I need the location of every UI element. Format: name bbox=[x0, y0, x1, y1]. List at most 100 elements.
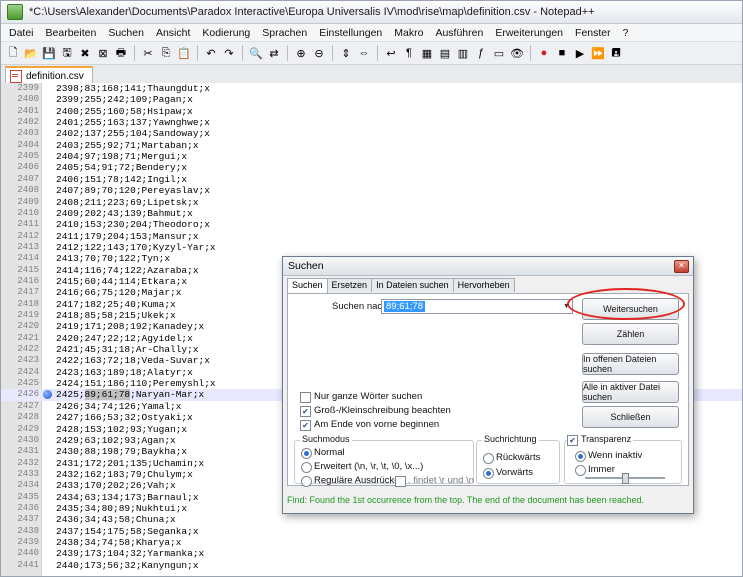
menu-item[interactable]: Bearbeiten bbox=[40, 27, 103, 39]
editor-line[interactable]: 2403 2402;137;255;104;Sandoway;x bbox=[1, 128, 742, 139]
paste-icon[interactable]: 📋 bbox=[176, 45, 192, 61]
menu-item[interactable]: Makro bbox=[388, 27, 429, 39]
editor-line[interactable]: 2407 2406;151;78;142;Ingil;x bbox=[1, 174, 742, 185]
direction-down-radio[interactable] bbox=[483, 468, 494, 479]
print-icon[interactable]: 🖶 bbox=[113, 45, 129, 61]
new-file-icon[interactable]: 🗋 bbox=[5, 45, 21, 61]
editor-line[interactable]: 2437 2436;34;43;58;Chuna;x bbox=[1, 514, 742, 525]
show-all-chars-icon[interactable]: ¶ bbox=[401, 45, 417, 61]
menu-item[interactable]: Einstellungen bbox=[313, 27, 388, 39]
replace-icon[interactable]: ⇄ bbox=[266, 45, 282, 61]
stop-macro-icon[interactable]: ■ bbox=[554, 45, 570, 61]
transparency-on-lose-focus-radio[interactable] bbox=[575, 451, 586, 462]
line-number: 2409 bbox=[17, 196, 39, 207]
editor-line[interactable]: 2413 2412;122;143;170;Kyzyl-Yar;x bbox=[1, 242, 742, 253]
play-macro-icon[interactable]: ▶ bbox=[572, 45, 588, 61]
mode-regex-radio[interactable] bbox=[301, 476, 312, 487]
save-macro-icon[interactable]: 🖪 bbox=[608, 45, 624, 61]
editor-line[interactable]: 2406 2405;54;91;72;Bendery;x bbox=[1, 162, 742, 173]
direction-up-radio[interactable] bbox=[483, 453, 494, 464]
editor-line[interactable]: 2402 2401;255;163;137;Yawnghwe;x bbox=[1, 117, 742, 128]
line-text: 2418;85;58;215;Ukek;x bbox=[56, 310, 176, 321]
bookmark-icon[interactable] bbox=[43, 390, 52, 400]
line-number: 2400 bbox=[17, 94, 39, 105]
transparency-checkbox[interactable]: ✔ bbox=[567, 435, 578, 446]
editor-line[interactable]: 2399 2398;83;168;141;Thaungdut;x bbox=[1, 83, 742, 94]
mode-normal-radio[interactable] bbox=[301, 448, 312, 459]
folder-workspace-icon[interactable]: ▭ bbox=[491, 45, 507, 61]
editor-line[interactable]: 2404 2403;255;92;71;Martaban;x bbox=[1, 140, 742, 151]
editor-line[interactable]: 2405 2404;97;198;71;Mergui;x bbox=[1, 151, 742, 162]
menu-item[interactable]: Kodierung bbox=[196, 27, 256, 39]
play-multiple-macro-icon[interactable]: ⏩ bbox=[590, 45, 606, 61]
save-all-icon[interactable]: 🖫 bbox=[59, 45, 75, 61]
find-input[interactable]: 89;61;78 ▼ bbox=[381, 299, 573, 314]
cut-icon[interactable]: ✂ bbox=[140, 45, 156, 61]
line-text: 2436;34;43;58;Chuna;x bbox=[56, 514, 176, 526]
line-number: 2399 bbox=[17, 83, 39, 93]
editor-line[interactable]: 2409 2408;211;223;69;Lipetsk;x bbox=[1, 197, 742, 208]
annotation-circle bbox=[567, 288, 685, 320]
dot-newline-checkbox[interactable] bbox=[395, 476, 406, 487]
close-icon[interactable]: ✕ bbox=[674, 260, 689, 273]
editor-line[interactable]: 2401 2400;255;160;58;Hsipaw;x bbox=[1, 106, 742, 117]
menu-item[interactable]: Erweiterungen bbox=[489, 27, 569, 39]
tab-replace[interactable]: Ersetzen bbox=[326, 278, 373, 292]
editor-line[interactable]: 2438 2437;154;175;58;Seganka;x bbox=[1, 526, 742, 537]
line-number: 2438 bbox=[17, 525, 39, 536]
mode-extended-radio[interactable] bbox=[301, 462, 312, 473]
close-file-icon[interactable]: ✖ bbox=[77, 45, 93, 61]
transparency-slider-thumb[interactable] bbox=[622, 473, 629, 484]
save-icon[interactable]: 💾 bbox=[41, 45, 57, 61]
tab-find-in-files[interactable]: In Dateien suchen bbox=[371, 278, 454, 292]
zoom-out-icon[interactable]: ⊖ bbox=[311, 45, 327, 61]
modified-file-icon bbox=[10, 70, 22, 83]
match-case-checkbox[interactable]: ✔ bbox=[300, 406, 311, 417]
word-wrap-icon[interactable]: ↩ bbox=[383, 45, 399, 61]
toolbar-separator bbox=[197, 45, 198, 61]
editor-line[interactable]: 2408 2407;89;70;120;Pereyaslav;x bbox=[1, 185, 742, 196]
find-all-current-button[interactable]: Alle in aktiver Datei suchen bbox=[582, 381, 679, 403]
doc-map-icon[interactable]: ▥ bbox=[455, 45, 471, 61]
editor-line[interactable]: 2411 2410;153;230;204;Theodoro;x bbox=[1, 219, 742, 230]
transparency-slider[interactable] bbox=[585, 473, 665, 484]
close-button[interactable]: Schließen bbox=[582, 406, 679, 428]
direction-down-label: Vorwärts bbox=[496, 467, 533, 478]
function-list-icon[interactable]: ƒ bbox=[473, 45, 489, 61]
monitoring-icon[interactable]: 👁 bbox=[509, 45, 525, 61]
record-macro-icon[interactable]: ● bbox=[536, 45, 552, 61]
find-all-open-button[interactable]: In offenen Dateien suchen bbox=[582, 353, 679, 375]
open-file-icon[interactable]: 📂 bbox=[23, 45, 39, 61]
redo-icon[interactable]: ↷ bbox=[221, 45, 237, 61]
count-button[interactable]: Zählen bbox=[582, 323, 679, 345]
menu-item[interactable]: Sprachen bbox=[256, 27, 313, 39]
copy-icon[interactable]: ⎘ bbox=[158, 45, 174, 61]
udl-icon[interactable]: ▤ bbox=[437, 45, 453, 61]
menu-item[interactable]: Ansicht bbox=[150, 27, 196, 39]
close-all-icon[interactable]: ⊠ bbox=[95, 45, 111, 61]
zoom-in-icon[interactable]: ⊕ bbox=[293, 45, 309, 61]
editor-line[interactable]: 2440 2439;173;104;32;Yarmanka;x bbox=[1, 548, 742, 559]
tab-mark[interactable]: Hervorheben bbox=[452, 278, 515, 292]
sync-horizontal-icon[interactable]: ⇔ bbox=[356, 45, 372, 61]
transparency-always-radio[interactable] bbox=[575, 465, 586, 476]
tab-find[interactable]: Suchen bbox=[287, 278, 328, 294]
wrap-around-checkbox[interactable]: ✔ bbox=[300, 420, 311, 431]
editor-line[interactable]: 2410 2409;202;43;139;Bahmut;x bbox=[1, 208, 742, 219]
undo-icon[interactable]: ↶ bbox=[203, 45, 219, 61]
menu-item[interactable]: Datei bbox=[3, 27, 40, 39]
notepad-icon bbox=[7, 4, 23, 20]
menu-item[interactable]: ? bbox=[617, 27, 635, 39]
indent-guide-icon[interactable]: ▦ bbox=[419, 45, 435, 61]
editor-line[interactable]: 2400 2399;255;242;109;Pagan;x bbox=[1, 94, 742, 105]
whole-word-checkbox[interactable] bbox=[300, 392, 311, 403]
find-icon[interactable]: 🔍 bbox=[248, 45, 264, 61]
editor-line[interactable]: 2441 2440;173;56;32;Kanyngun;x bbox=[1, 560, 742, 571]
menu-item[interactable]: Suchen bbox=[102, 27, 150, 39]
menu-item[interactable]: Fenster bbox=[569, 27, 617, 39]
match-case-label: Groß-/Kleinschreibung beachten bbox=[314, 405, 451, 416]
editor-line[interactable]: 2412 2411;179;204;153;Mansur;x bbox=[1, 231, 742, 242]
editor-line[interactable]: 2439 2438;34;74;58;Kharya;x bbox=[1, 537, 742, 548]
sync-vertical-icon[interactable]: ⇕ bbox=[338, 45, 354, 61]
menu-item[interactable]: Ausführen bbox=[429, 27, 489, 39]
